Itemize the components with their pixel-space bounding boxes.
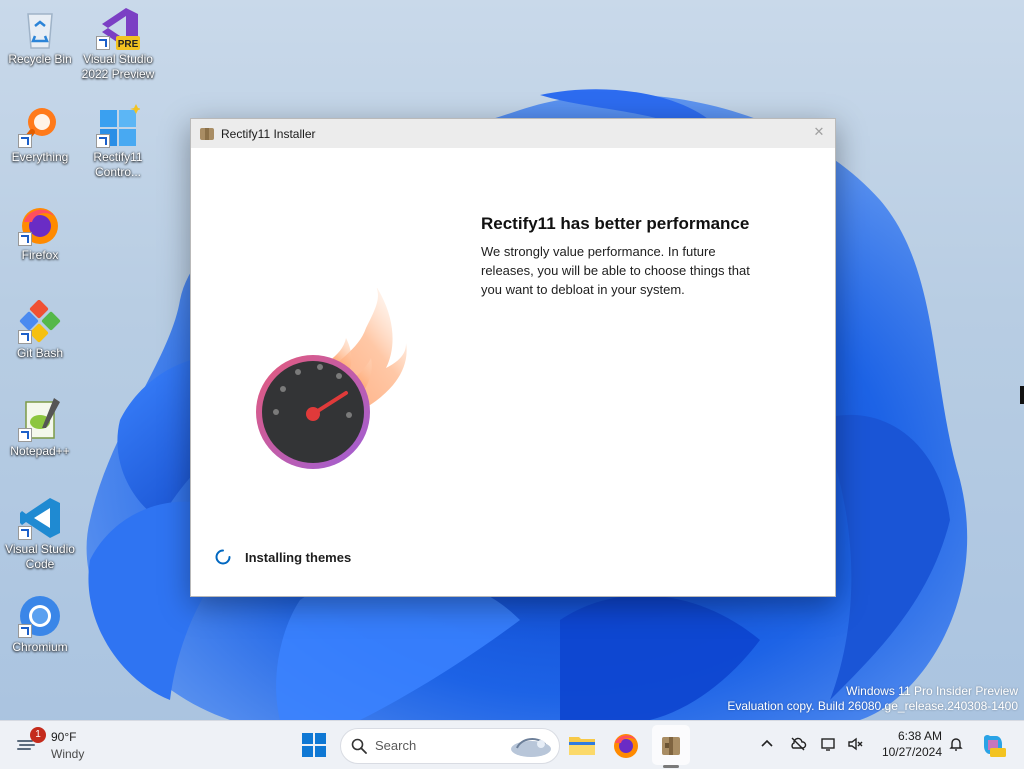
- weather-condition: Windy: [51, 747, 85, 761]
- desktop-icon-recycle-bin[interactable]: Recycle Bin: [0, 6, 80, 67]
- installer-app-icon: [200, 127, 214, 140]
- network-icon[interactable]: [820, 735, 838, 753]
- clock-date: 10/27/2024: [881, 745, 942, 759]
- flaming-speedometer-illustration: [246, 286, 416, 492]
- shortcut-arrow-icon: [18, 232, 32, 246]
- desktop-icon-label: Everything: [11, 150, 69, 164]
- shortcut-arrow-icon: [96, 134, 110, 148]
- progress-spinner-icon: [215, 549, 231, 565]
- weather-widget[interactable]: 1 90°F Windy: [16, 727, 106, 763]
- everything-magnifier-icon: [18, 104, 62, 148]
- title-bar[interactable]: Rectify11 Installer ✕: [191, 119, 835, 148]
- installer-content: Rectify11 has better performance We stro…: [191, 148, 835, 596]
- git-bash-icon: [18, 299, 62, 344]
- desktop-icon-label: Notepad++: [10, 444, 70, 458]
- taskbar-search[interactable]: Search: [340, 728, 560, 764]
- desktop-icon-label: Visual Studio Code: [5, 542, 75, 571]
- search-icon: [351, 738, 367, 754]
- desktop-icon-rectify11-control[interactable]: Rectify11 Contro...: [78, 104, 158, 180]
- taskbar-firefox[interactable]: [610, 729, 642, 761]
- chevron-up-icon[interactable]: [758, 735, 776, 753]
- installer-icon: [662, 737, 680, 755]
- shortcut-arrow-icon: [18, 526, 32, 540]
- start-button[interactable]: [298, 729, 330, 761]
- visual-studio-code-icon: [18, 496, 62, 540]
- shortcut-arrow-icon: [96, 36, 110, 50]
- system-clock[interactable]: 6:38 AM 10/27/2024: [872, 728, 942, 760]
- installer-window: Rectify11 Installer ✕ Rectify11 has bett…: [190, 118, 836, 597]
- taskbar-file-explorer[interactable]: [566, 729, 598, 761]
- desktop-icon-label: Git Bash: [16, 346, 64, 360]
- evaluation-watermark: Windows 11 Pro Insider Preview Evaluatio…: [727, 684, 1018, 714]
- clock-time: 6:38 AM: [897, 729, 942, 743]
- search-highlight-icon: [511, 738, 551, 757]
- watermark-line-1: Windows 11 Pro Insider Preview: [846, 684, 1018, 698]
- mouse-cursor-icon: [1020, 386, 1024, 404]
- firefox-icon: [614, 734, 638, 758]
- desktop-icon-label: Chromium: [12, 640, 68, 654]
- headline: Rectify11 has better performance: [481, 214, 750, 233]
- recycle-bin-icon: [18, 6, 62, 50]
- desktop-icon-label: Rectify11 Contro...: [93, 150, 143, 179]
- notepad-plus-plus-icon: [18, 398, 62, 442]
- onedrive-icon[interactable]: [789, 735, 807, 753]
- start-icon: [302, 733, 326, 757]
- desktop-icon-visual-studio-code[interactable]: Visual Studio Code: [0, 496, 80, 572]
- close-icon: ✕: [813, 125, 825, 140]
- shortcut-arrow-icon: [18, 428, 32, 442]
- taskbar-installer[interactable]: [655, 729, 687, 761]
- watermark-line-2: Evaluation copy. Build 26080.ge_release.…: [727, 699, 1018, 713]
- visual-studio-preview-icon: PRE: [96, 6, 140, 50]
- status-text: Installing themes: [245, 549, 352, 565]
- window-title: Rectify11 Installer: [221, 126, 316, 141]
- shortcut-arrow-icon: [18, 134, 32, 148]
- weather-temperature: 90°F: [51, 730, 77, 744]
- desktop-icon-everything[interactable]: Everything: [0, 104, 80, 165]
- desktop-icon-label: Visual Studio 2022 Preview: [81, 52, 155, 81]
- search-placeholder: Search: [375, 738, 417, 753]
- desktop-icon-visual-studio[interactable]: PRE Visual Studio 2022 Preview: [78, 6, 158, 82]
- chromium-icon: [18, 594, 62, 638]
- shortcut-arrow-icon: [18, 624, 32, 638]
- install-status: Installing themes: [215, 549, 351, 565]
- desktop-icon-git-bash[interactable]: Git Bash: [0, 299, 80, 361]
- desktop-icon-chromium[interactable]: Chromium: [0, 594, 80, 655]
- description-text: We strongly value performance. In future…: [481, 244, 750, 297]
- rectify11-control-center-icon: [96, 104, 142, 148]
- desktop-icon-label: Firefox: [21, 248, 59, 262]
- weather-badge: 1: [30, 727, 46, 743]
- firefox-icon: [18, 202, 62, 246]
- copilot-preview-icon: [984, 734, 1006, 757]
- taskbar: 1 90°F Windy Search 6:38 AM 10/27/2024: [0, 720, 1024, 769]
- svg-text:PRE: PRE: [118, 39, 139, 50]
- desktop-icon-label: Recycle Bin: [8, 52, 72, 66]
- notification-bell-icon[interactable]: [947, 735, 965, 753]
- desktop-icon-firefox[interactable]: Firefox: [0, 202, 80, 263]
- close-button[interactable]: ✕: [811, 125, 827, 141]
- volume-muted-icon[interactable]: [846, 735, 864, 753]
- desktop-icon-notepad-plus-plus[interactable]: Notepad++: [0, 398, 80, 459]
- file-explorer-icon: [569, 737, 595, 755]
- shortcut-arrow-icon: [18, 330, 32, 344]
- copilot-preview-button[interactable]: [980, 732, 1006, 758]
